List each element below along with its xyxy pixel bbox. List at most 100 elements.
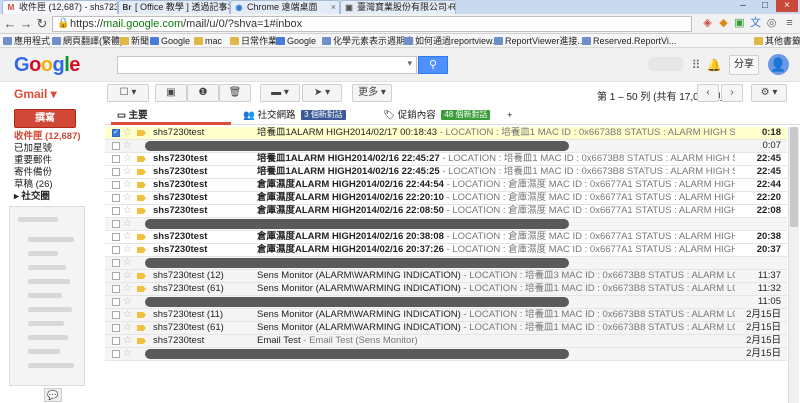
importance-marker-icon[interactable] [137, 338, 146, 344]
tab-close-icon[interactable]: × [221, 1, 226, 13]
extension-misc-icon[interactable]: ◎ [764, 16, 779, 31]
star-icon[interactable]: ☆ [123, 244, 132, 256]
email-row[interactable]: ☆ shs7230test 倉庫濕度ALARM HIGH2014/02/16 22:… [105, 179, 787, 192]
sidebar-item-sent[interactable]: 寄件備份 [14, 167, 52, 178]
google-logo[interactable]: Google [14, 54, 80, 77]
sidebar-item-starred[interactable]: 已加星號 [14, 143, 52, 154]
importance-marker-icon[interactable] [137, 208, 146, 214]
back-arrow-icon[interactable]: ← [2, 16, 18, 32]
tab-social[interactable]: 👥 社交網路 3 個新對話 [237, 107, 369, 125]
reload-icon[interactable]: ↻ [34, 16, 50, 32]
row-checkbox[interactable] [112, 168, 120, 176]
row-checkbox[interactable] [112, 272, 120, 280]
row-checkbox[interactable] [112, 259, 120, 267]
settings-button[interactable]: ⚙ ▾ [751, 84, 787, 102]
prev-page-button[interactable]: ‹ [697, 84, 719, 102]
bookmark-periodic-table[interactable]: 化學元素表示週期表 [322, 35, 414, 47]
star-icon[interactable]: ☆ [123, 231, 132, 243]
row-checkbox[interactable] [112, 337, 120, 345]
importance-marker-icon[interactable] [137, 312, 146, 318]
labels-button[interactable]: ➤ ▾ [302, 84, 342, 102]
star-icon[interactable]: ☆ [123, 283, 132, 295]
chat-bubble-icon[interactable]: 💬 [44, 388, 62, 402]
extension-green-icon[interactable]: ▣ [732, 16, 747, 31]
importance-marker-icon[interactable] [137, 182, 146, 188]
search-button[interactable]: ⚲ [418, 56, 448, 74]
email-row[interactable]: ☆ shs7230test 倉庫濕度ALARM HIGH2014/02/16 20:… [105, 231, 787, 244]
row-checkbox[interactable] [112, 285, 120, 293]
minimize-icon[interactable]: – [732, 0, 754, 12]
row-checkbox[interactable] [112, 233, 120, 241]
importance-marker-icon[interactable] [137, 169, 146, 175]
email-row[interactable]: ☆ shs7230test Email Test - Email Test (Sen… [105, 335, 787, 348]
row-checkbox[interactable] [112, 220, 120, 228]
row-checkbox[interactable] [112, 298, 120, 306]
bookmark-reserved[interactable]: Reserved.ReportVi... [582, 35, 676, 47]
bookmark-google-2[interactable]: Google [276, 35, 316, 47]
maximize-icon[interactable]: □ [754, 0, 776, 12]
star-icon[interactable]: ☆ [123, 179, 132, 191]
star-icon[interactable]: ☆ [123, 348, 132, 360]
row-checkbox[interactable] [112, 246, 120, 254]
row-checkbox[interactable] [112, 155, 120, 163]
extension-translate-icon[interactable]: 文 [748, 16, 763, 31]
email-row[interactable]: ☆ shs7230test (61) Sens Monitor (ALARM\WAR… [105, 283, 787, 296]
email-row[interactable]: ☆ 11:05 [105, 296, 787, 309]
sidebar-item-inbox[interactable]: 收件匣 (12,687) [14, 131, 81, 142]
browser-tab-office[interactable]: Br [ Office 教學 ] 透過記事本 × [118, 0, 230, 14]
star-icon[interactable]: ☆ [123, 166, 132, 178]
bookmark-reportview[interactable]: 如何通過reportview... [404, 35, 500, 47]
scrollbar-thumb[interactable] [790, 127, 798, 227]
row-checkbox[interactable] [112, 142, 120, 150]
email-row[interactable]: ☆ 0:07 [105, 140, 787, 153]
row-checkbox[interactable] [112, 324, 120, 332]
tab-promotions[interactable]: 🏷 促銷內容 48 個新對話 [377, 107, 509, 125]
row-checkbox[interactable] [112, 207, 120, 215]
tab-close-icon[interactable]: × [109, 1, 114, 13]
more-button[interactable]: 更多 ▾ [352, 84, 392, 102]
address-bar[interactable]: 🔒 https://mail.google.com/mail/u/0/?shva… [52, 16, 692, 32]
importance-marker-icon[interactable] [137, 130, 146, 136]
avatar[interactable]: 👤 [768, 54, 789, 75]
tab-close-icon[interactable]: × [331, 1, 336, 13]
search-options-icon[interactable]: ▾ [407, 58, 412, 69]
gmail-menu-label[interactable]: Gmail ▾ [14, 87, 57, 101]
bookmark-mac[interactable]: mac [194, 35, 222, 47]
share-button[interactable]: 分享 [729, 55, 759, 75]
email-row[interactable]: ☆ shs7230test 倉庫濕度ALARM HIGH2014/02/16 20:… [105, 244, 787, 257]
browser-tab-company[interactable]: ▣ 臺灣寶業股份有限公司 R × [340, 0, 456, 14]
delete-button[interactable]: 🗑 [219, 84, 251, 102]
add-tab-button[interactable]: + [507, 107, 521, 125]
bookmark-news[interactable]: 新聞 [120, 35, 149, 47]
importance-marker-icon[interactable] [137, 247, 146, 253]
email-row[interactable]: ☆ [105, 257, 787, 270]
browser-tab-remote-desktop[interactable]: ◉ Chrome 遠端桌面 × [230, 0, 340, 14]
email-row[interactable]: ☆ shs7230test 培養皿1ALARM HIGH2014/02/16 22:… [105, 153, 787, 166]
notifications-bell-icon[interactable]: 🔔 [706, 57, 722, 73]
row-checkbox[interactable]: ✓ [112, 129, 120, 137]
row-checkbox[interactable] [112, 350, 120, 358]
bookmark-apps[interactable]: 應用程式 [3, 35, 50, 47]
forward-arrow-icon[interactable]: → [18, 16, 34, 32]
star-icon[interactable]: ☆ [123, 153, 132, 165]
bookmark-google[interactable]: Google [150, 35, 190, 47]
importance-marker-icon[interactable] [137, 195, 146, 201]
email-row[interactable]: ☆ shs7230test 培養皿1ALARM HIGH2014/02/16 22:… [105, 166, 787, 179]
star-icon[interactable]: ☆ [123, 322, 132, 334]
importance-marker-icon[interactable] [137, 273, 146, 279]
email-row[interactable]: ☆ shs7230test 倉庫濕度ALARM HIGH2014/02/16 22:… [105, 205, 787, 218]
importance-marker-icon[interactable] [137, 234, 146, 240]
star-icon[interactable]: ☆ [123, 257, 132, 269]
importance-marker-icon[interactable] [137, 286, 146, 292]
tab-close-icon[interactable]: × [447, 1, 452, 13]
star-icon[interactable]: ☆ [123, 309, 132, 321]
select-checkbox-button[interactable]: ☐ ▾ [107, 84, 149, 102]
row-checkbox[interactable] [112, 181, 120, 189]
bookmark-other[interactable]: 其他書籤 [754, 35, 800, 47]
move-to-button[interactable]: ▬ ▾ [260, 84, 300, 102]
star-icon[interactable]: ☆ [123, 270, 132, 282]
star-icon[interactable]: ☆ [123, 296, 132, 308]
star-icon[interactable]: ☆ [123, 127, 132, 139]
email-row[interactable]: ☆ shs7230test 倉庫濕度ALARM HIGH2014/02/16 22:… [105, 192, 787, 205]
list-scrollbar[interactable] [788, 127, 799, 403]
